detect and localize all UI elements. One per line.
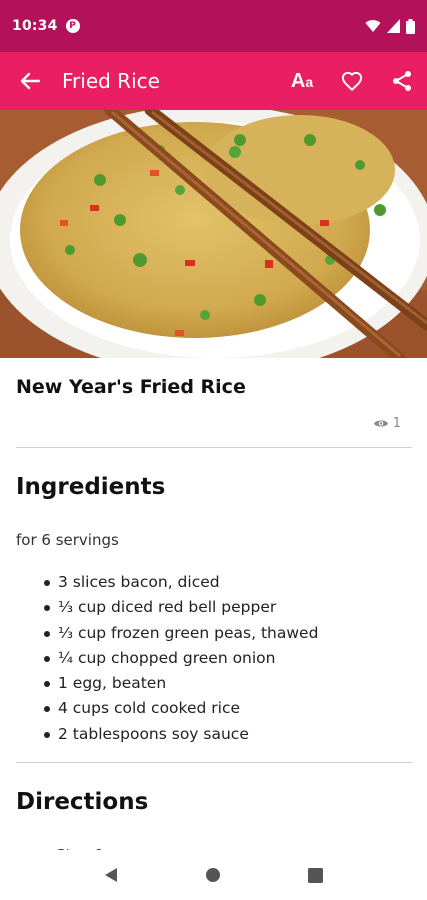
nav-back-triangle-icon: [105, 868, 118, 882]
ingredient-item: ⅓ cup diced red bell pepper: [44, 595, 318, 620]
nav-back-button[interactable]: [91, 855, 131, 895]
nav-recents-button[interactable]: [296, 855, 336, 895]
signal-icon: [387, 19, 400, 33]
bullet: [44, 630, 50, 637]
bullet: [44, 706, 50, 713]
text-size-button[interactable]: Aa: [277, 52, 327, 110]
divider: [16, 762, 412, 763]
nav-recents-square-icon: [308, 867, 324, 883]
heart-icon: [341, 71, 363, 91]
ingredient-item: ⅓ cup frozen green peas, thawed: [44, 621, 318, 646]
recipe-title: New Year's Fried Rice: [16, 376, 246, 398]
divider: [16, 447, 412, 448]
bullet: [44, 681, 50, 688]
favorite-button[interactable]: [327, 52, 377, 110]
fried-rice-illustration: [0, 110, 427, 358]
nav-home-circle-icon: [206, 868, 221, 882]
ingredient-item: 4 cups cold cooked rice: [44, 696, 318, 721]
view-count-value: 1: [392, 416, 401, 431]
phone-screen: 10:34 P Fried Rice Aa New Year's Fried R…: [0, 0, 427, 900]
share-button[interactable]: [377, 52, 427, 110]
text-size-glyph-small: a: [305, 73, 314, 90]
ingredient-text: 3 slices bacon, diced: [58, 573, 220, 591]
view-count: 1: [373, 416, 401, 431]
wifi-icon: [365, 20, 381, 32]
app-bar-actions: Aa: [277, 52, 427, 110]
bullet: [44, 580, 50, 586]
status-icons: [365, 18, 415, 34]
status-time: 10:34: [12, 18, 58, 34]
ingredient-text: 1 egg, beaten: [58, 674, 167, 693]
eye-icon: [373, 420, 388, 427]
ingredient-item: 3 slices bacon, diced: [44, 570, 318, 595]
ingredient-text: 4 cups cold cooked rice: [58, 699, 241, 718]
bullet: [44, 655, 50, 662]
ingredient-item: 1 egg, beaten: [44, 671, 318, 696]
battery-icon: [406, 18, 415, 34]
notification-p-icon: P: [65, 19, 80, 33]
ingredient-item: ¼ cup chopped green onion: [44, 646, 318, 671]
status-bar: 10:34 P: [0, 0, 427, 52]
bullet: [44, 605, 50, 612]
servings-text: for 6 servings: [16, 531, 119, 549]
ingredients-list: 3 slices bacon, diced ⅓ cup diced red be…: [44, 570, 318, 747]
ingredient-text: ¼ cup chopped green onion: [58, 648, 276, 667]
app-bar: Fried Rice Aa: [0, 52, 427, 110]
share-icon: [393, 71, 411, 91]
ingredients-heading: Ingredients: [16, 474, 166, 500]
directions-heading: Directions: [16, 789, 149, 815]
back-arrow-icon: [20, 72, 40, 90]
back-button[interactable]: [0, 52, 60, 110]
page-title: Fried Rice: [62, 69, 160, 93]
ingredient-item: 2 tablespoons soy sauce: [44, 722, 318, 747]
recipe-photo: [0, 110, 427, 358]
ingredient-text: ⅓ cup frozen green peas, thawed: [58, 623, 319, 642]
bullet: [44, 731, 50, 738]
text-size-icon: Aa: [291, 70, 313, 93]
text-size-glyph-big: A: [290, 69, 306, 92]
system-nav-bar: [0, 850, 427, 900]
ingredient-text: ⅓ cup diced red bell pepper: [58, 598, 277, 617]
ingredient-text: 2 tablespoons soy sauce: [58, 724, 249, 743]
nav-home-button[interactable]: [193, 855, 233, 895]
